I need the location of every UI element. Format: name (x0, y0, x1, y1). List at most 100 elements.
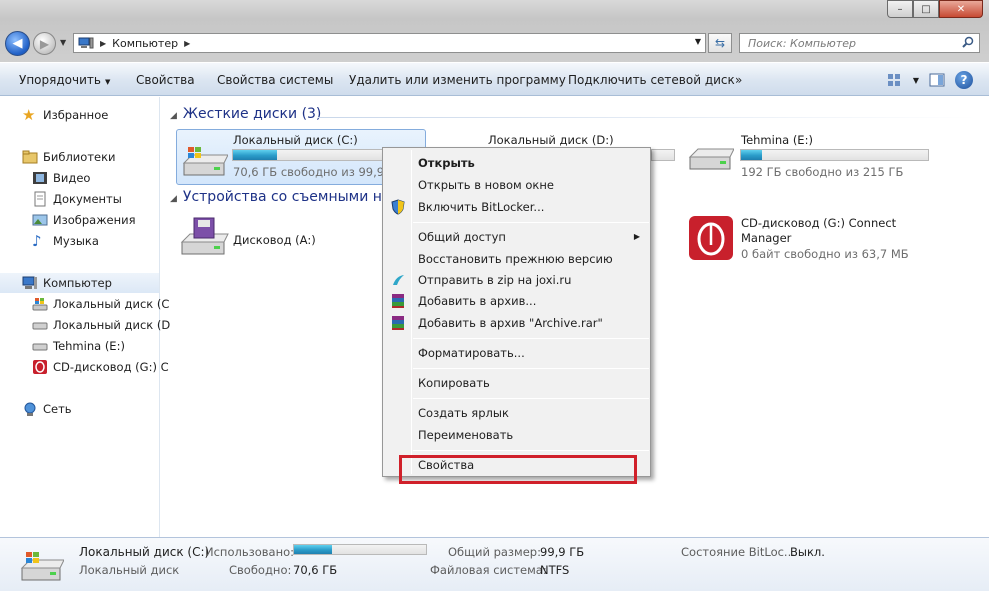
sidebar-item-cd[interactable]: CD-дисковод (G:) C (32, 357, 191, 377)
details-fs-label: Файловая система: (430, 563, 547, 577)
group-removable[interactable]: ◢ Устройства со съемными но (170, 189, 391, 205)
context-menu-gutter (411, 150, 412, 474)
menu-item-restore-version[interactable]: Восстановить прежнюю версию (418, 252, 613, 266)
menu-item-open-new-window[interactable]: Открыть в новом окне (418, 178, 554, 192)
menu-item-add-archive-rar[interactable]: Добавить в архив "Archive.rar" (418, 316, 603, 330)
map-network-drive-button[interactable]: Подключить сетевой диск (568, 73, 735, 87)
sidebar-item-network[interactable]: Сеть (22, 399, 181, 419)
menu-item-send-zip[interactable]: Отправить в zip на joxi.ru (418, 273, 571, 287)
back-arrow-icon[interactable]: ◀ (5, 31, 30, 56)
drive-d-name: Локальный диск (D:) (488, 133, 614, 147)
cd-drive-icon (33, 360, 47, 374)
breadcrumb-chevron-icon[interactable]: ▶ (100, 39, 106, 48)
drive-g-free: 0 байт свободно из 63,7 МБ (741, 247, 909, 261)
breadcrumb-computer[interactable]: Компьютер (112, 37, 178, 50)
sidebar-item-music[interactable]: ♪ Музыка (32, 231, 191, 251)
sidebar-item-computer[interactable]: Компьютер (0, 273, 159, 293)
drive-item-e[interactable] (686, 143, 735, 178)
hard-drive-icon (32, 322, 48, 330)
menu-item-rename[interactable]: Переименовать (418, 428, 513, 442)
music-icon: ♪ (32, 232, 42, 250)
drive-g-name: CD-дисковод (G:) Connect (741, 216, 897, 230)
video-icon (33, 172, 47, 184)
more-commands-button[interactable]: » (735, 73, 742, 87)
menu-item-share[interactable]: Общий доступ (418, 230, 506, 244)
details-bitlocker-value: Выкл. (790, 545, 825, 559)
sidebar-label: Локальный диск (D (53, 318, 171, 332)
winrar-icon (392, 294, 404, 308)
help-icon[interactable]: ? (955, 71, 973, 89)
menu-item-bitlocker[interactable]: Включить BitLocker... (418, 200, 544, 214)
system-properties-button[interactable]: Свойства системы (217, 73, 333, 87)
properties-button[interactable]: Свойства (136, 73, 195, 87)
refresh-icon[interactable]: ⇆ (708, 33, 732, 53)
forward-arrow-icon[interactable]: ▶ (33, 32, 56, 55)
sidebar-item-video[interactable]: Видео (32, 168, 191, 188)
details-fs-value: NTFS (540, 563, 570, 577)
sidebar-item-images[interactable]: Изображения (32, 210, 191, 230)
group-hard-disks[interactable]: ◢ Жесткие диски (3) (170, 106, 321, 122)
menu-item-add-archive[interactable]: Добавить в архив... (418, 294, 536, 308)
sidebar-label: Музыка (53, 234, 99, 248)
drive-item-g[interactable] (688, 215, 734, 264)
network-icon (24, 402, 36, 416)
menu-item-copy[interactable]: Копировать (418, 376, 490, 390)
group-title-text: Устройства со съемными но (182, 189, 391, 205)
drive-c-usage-bar (232, 149, 384, 161)
drive-c-usage-fill (233, 150, 277, 160)
sidebar-label: Локальный диск (C (53, 297, 170, 311)
history-dropdown-icon[interactable]: ▼ (60, 38, 66, 47)
sidebar-item-local-c[interactable]: Локальный диск (C (32, 294, 191, 314)
address-bar[interactable]: ▶ Компьютер ▶ ▼ (73, 33, 706, 53)
sidebar-item-tehmina[interactable]: Tehmina (E:) (32, 336, 191, 356)
drive-item-a[interactable] (178, 216, 230, 263)
sidebar-item-favorites[interactable]: ★ Избранное (22, 105, 181, 125)
breadcrumb-chevron-icon[interactable]: ▶ (184, 39, 190, 48)
preview-pane-icon[interactable] (929, 73, 945, 87)
library-icon (22, 150, 38, 164)
sidebar-item-local-d[interactable]: Локальный диск (D (32, 315, 191, 335)
collapse-arrow-icon[interactable]: ◢ (170, 194, 177, 204)
drive-c-name: Локальный диск (C:) (233, 133, 358, 147)
chevron-down-icon: ▼ (104, 78, 111, 86)
collapse-arrow-icon[interactable]: ◢ (170, 111, 177, 121)
view-dropdown-icon[interactable]: ▼ (913, 76, 919, 85)
drive-c-free: 70,6 ГБ свободно из 99,9 ГБ (233, 165, 403, 179)
organize-label: Упорядочить (19, 73, 101, 87)
details-free-value: 70,6 ГБ (293, 563, 338, 577)
sidebar-label: Видео (53, 171, 91, 185)
search-placeholder: Поиск: Компьютер (748, 36, 856, 50)
maximize-button[interactable]: □ (913, 0, 939, 18)
menu-item-open[interactable]: Открыть (418, 156, 475, 170)
properties-highlight-box (399, 455, 637, 484)
drive-e-name: Tehmina (E:) (741, 133, 813, 147)
organize-button[interactable]: Упорядочить ▼ (19, 73, 110, 87)
sidebar-label: Сеть (43, 402, 72, 416)
details-total-value: 99,9 ГБ (540, 545, 585, 559)
computer-icon (78, 37, 94, 49)
sidebar-label: Библиотеки (43, 150, 116, 164)
details-total-label: Общий размер: (448, 545, 541, 559)
search-icon[interactable] (962, 36, 974, 48)
sidebar-label: Tehmina (E:) (53, 339, 125, 353)
shield-icon (391, 199, 405, 215)
address-dropdown-icon[interactable]: ▼ (695, 37, 701, 46)
details-pane: Локальный диск (C:) Локальный диск Испол… (0, 537, 989, 591)
system-drive-icon (182, 147, 228, 176)
computer-icon (22, 276, 37, 289)
sidebar-item-documents[interactable]: Документы (32, 189, 191, 209)
group-divider (318, 117, 978, 118)
minimize-button[interactable]: – (887, 0, 913, 18)
close-button[interactable]: ✕ (939, 0, 983, 18)
search-input[interactable]: Поиск: Компьютер (739, 33, 980, 53)
change-view-icon[interactable] (887, 73, 903, 87)
drive-e-usage-fill (741, 150, 762, 160)
drive-a-name: Дисковод (A:) (233, 233, 316, 247)
hard-drive-icon (32, 343, 48, 351)
details-free-label: Свободно: (229, 563, 292, 577)
menu-item-create-shortcut[interactable]: Создать ярлык (418, 406, 509, 420)
sidebar-item-libraries[interactable]: Библиотеки (22, 147, 181, 167)
uninstall-program-button[interactable]: Удалить или изменить программу (349, 73, 566, 87)
menu-item-format[interactable]: Форматировать... (418, 346, 525, 360)
joxi-icon (393, 275, 404, 285)
